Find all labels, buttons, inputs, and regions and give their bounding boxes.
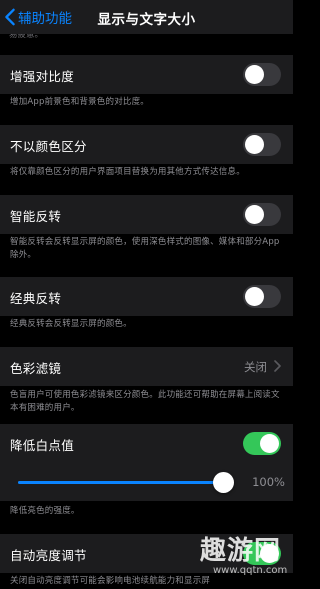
chevron-right-icon bbox=[274, 360, 281, 372]
color-filters-description: 色盲用户可使用色彩滤镜来区分颜色。此功能还可帮助在屏幕上阅读文本有困难的用户。 bbox=[10, 390, 280, 413]
smart-invert-toggle[interactable] bbox=[243, 203, 281, 226]
smart-invert-row: 智能反转 bbox=[0, 195, 293, 234]
increase-contrast-toggle[interactable] bbox=[243, 63, 281, 86]
color-filters-row[interactable]: 色彩滤镜 关闭 bbox=[0, 347, 293, 386]
differentiate-without-color-description: 将仅靠颜色区分的用户界面项目替换为用其他方式传达信息。 bbox=[10, 167, 245, 177]
color-filters-value: 关闭 bbox=[244, 360, 267, 374]
white-point-slider-row: 100% bbox=[0, 463, 293, 501]
differentiate-without-color-toggle[interactable] bbox=[243, 133, 281, 156]
toggle-knob bbox=[245, 205, 264, 224]
slider-fill bbox=[18, 481, 224, 484]
smart-invert-label: 智能反转 bbox=[10, 209, 62, 224]
auto-brightness-description: 关闭自动亮度调节可能会影响电池续航能力和显示屏 bbox=[10, 576, 211, 586]
watermark-logo: 趣游网 bbox=[200, 536, 282, 566]
slider-thumb[interactable] bbox=[213, 472, 235, 493]
classic-invert-description: 经典反转会反转显示屏的颜色。 bbox=[10, 319, 132, 329]
page-title: 显示与文字大小 bbox=[97, 12, 196, 28]
auto-brightness-label: 自动亮度调节 bbox=[10, 548, 87, 563]
smart-invert-description: 智能反转会反转显示屏的颜色，使用深色样式的图像、媒体和部分App除外。 bbox=[10, 237, 280, 260]
increase-contrast-row: 增强对比度 bbox=[0, 55, 293, 94]
reduce-white-point-label: 降低白点值 bbox=[10, 438, 75, 453]
watermark-url: www.qqtn.com bbox=[213, 565, 288, 576]
toggle-knob bbox=[245, 135, 264, 154]
toggle-knob bbox=[260, 434, 279, 453]
classic-invert-toggle[interactable] bbox=[243, 285, 281, 308]
classic-invert-row: 经典反转 bbox=[0, 277, 293, 316]
classic-invert-label: 经典反转 bbox=[10, 291, 62, 306]
reduce-white-point-row: 降低白点值 bbox=[0, 424, 293, 463]
white-point-percent: 100% bbox=[252, 475, 285, 489]
differentiate-without-color-row: 不以颜色区分 bbox=[0, 125, 293, 164]
white-point-slider[interactable] bbox=[18, 472, 235, 493]
increase-contrast-label: 增强对比度 bbox=[10, 69, 75, 84]
color-filters-label: 色彩滤镜 bbox=[10, 361, 62, 376]
differentiate-without-color-label: 不以颜色区分 bbox=[10, 139, 87, 154]
increase-contrast-description: 增加App前景色和背景色的对比度。 bbox=[10, 97, 150, 107]
toggle-knob bbox=[245, 65, 264, 84]
reduce-white-point-toggle[interactable] bbox=[243, 432, 281, 455]
navigation-bar: 辅助功能 显示与文字大小 bbox=[0, 0, 293, 34]
toggle-knob bbox=[245, 287, 264, 306]
reduce-white-point-description: 降低亮色的强度。 bbox=[10, 506, 80, 516]
